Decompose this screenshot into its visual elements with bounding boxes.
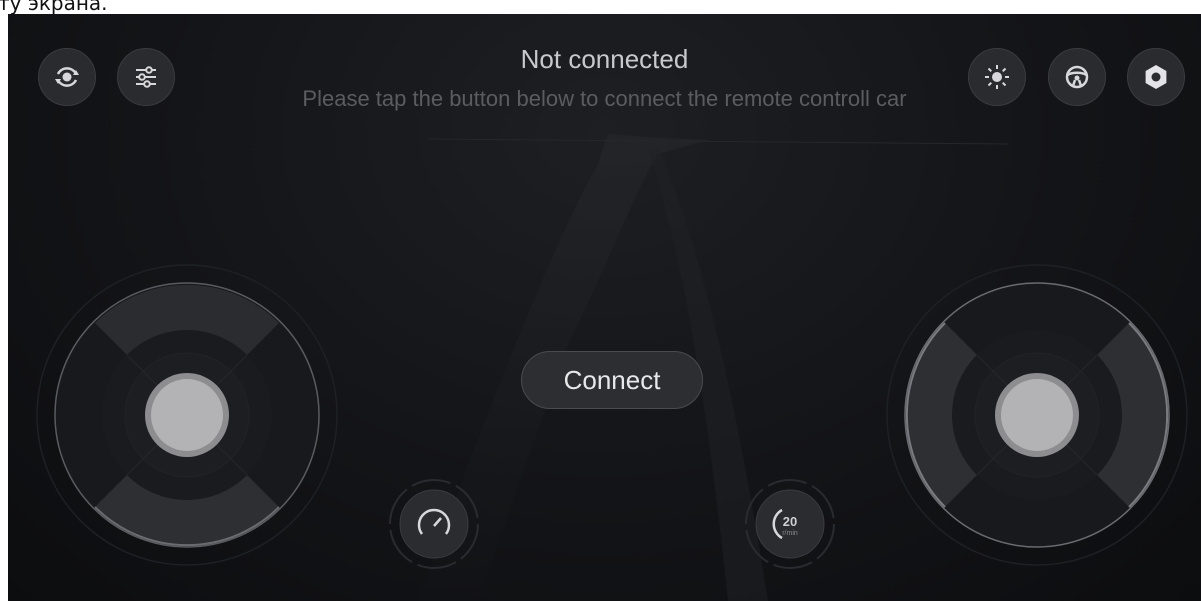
settings-button[interactable]: [1127, 48, 1185, 106]
left-joystick-graphic: [36, 264, 338, 566]
speed-gauge-button[interactable]: [388, 478, 480, 570]
light-button[interactable]: [968, 48, 1026, 106]
rpm-gauge: 20 r/min: [744, 478, 836, 570]
rpm-value: 20: [782, 514, 798, 529]
rpm-unit: r/min: [782, 530, 798, 537]
top-text: ту экрана.: [0, 0, 108, 14]
speedometer-icon: [389, 479, 479, 569]
connect-button[interactable]: Connect: [521, 351, 703, 409]
left-joystick[interactable]: [34, 262, 340, 568]
right-joystick-graphic: [886, 264, 1188, 566]
steering-wheel-button[interactable]: [1048, 48, 1106, 106]
settings-icon: [1145, 65, 1167, 89]
rc-controller-screen: Not connected Please tap the button belo…: [8, 14, 1201, 601]
top-text-fragment: ту экрана.: [0, 0, 1201, 14]
right-joystick[interactable]: [884, 262, 1190, 568]
steering-wheel-icon: [1065, 65, 1089, 89]
light-icon: [985, 65, 1009, 89]
